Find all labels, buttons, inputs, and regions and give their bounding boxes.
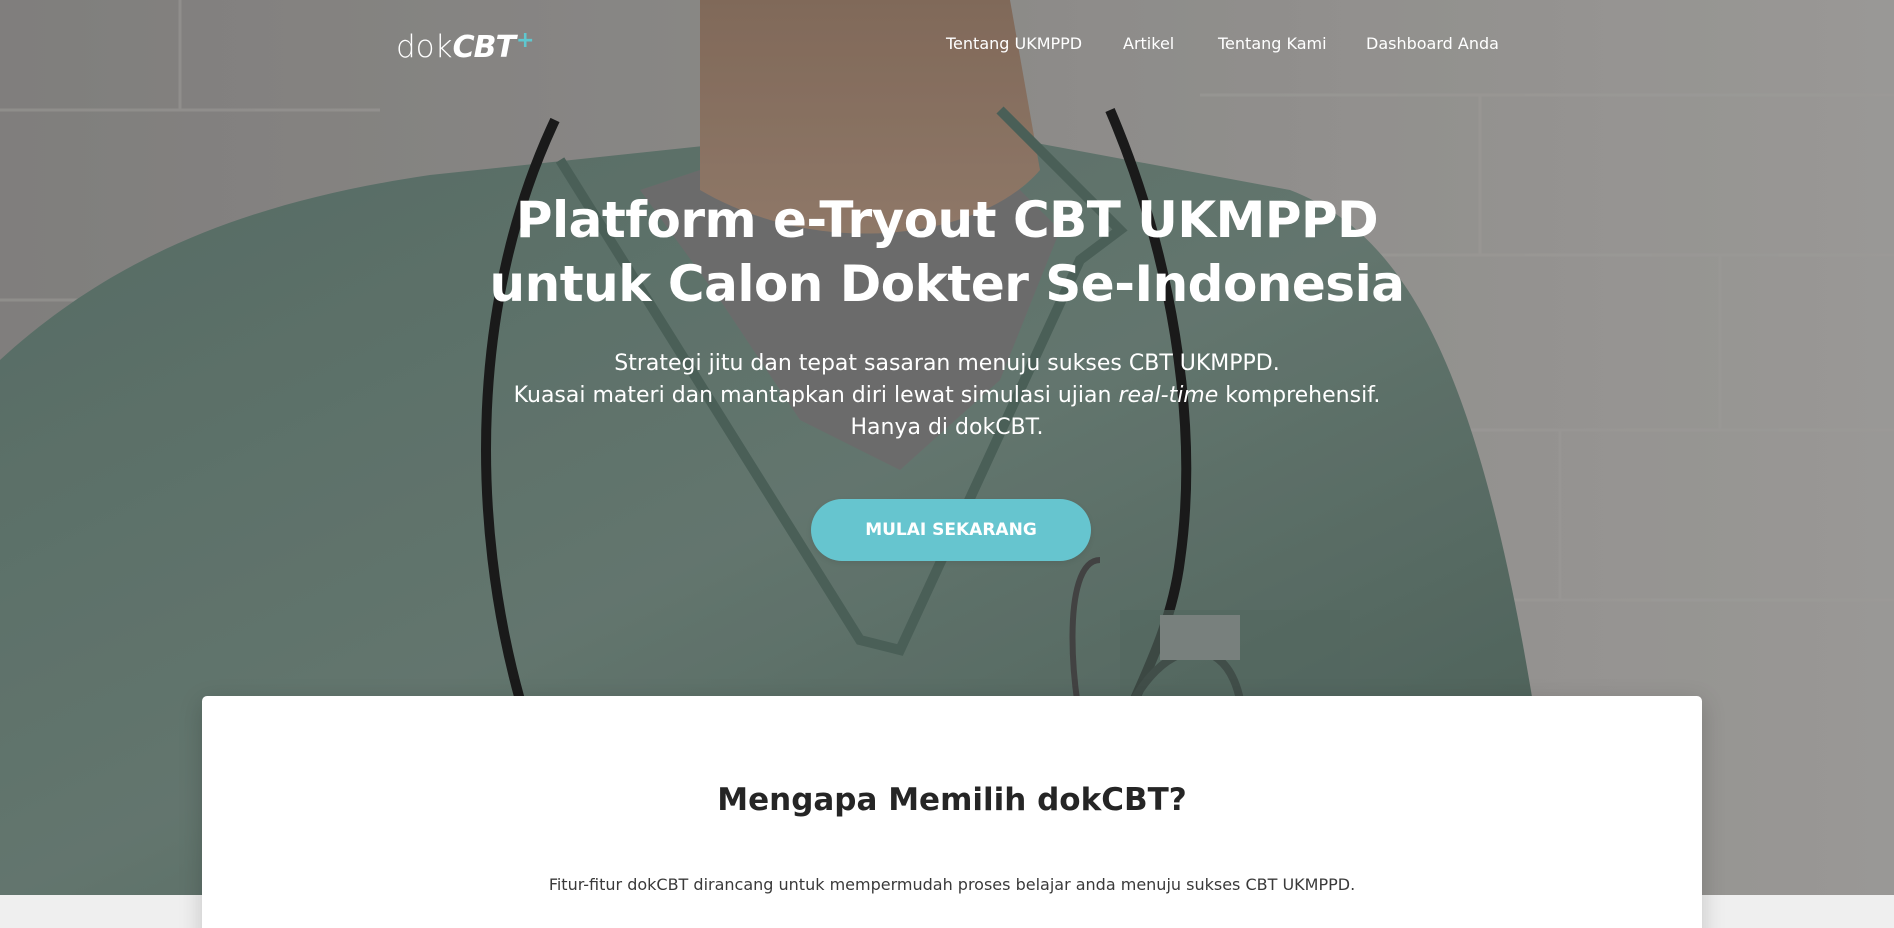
- brand-logo[interactable]: dok CBT +: [396, 28, 535, 65]
- top-navbar: dok CBT + Tentang UKMPPD Artikel Tentang…: [0, 0, 1894, 92]
- hero-sub-line1: Strategi jitu dan tepat sasaran menuju s…: [614, 351, 1280, 376]
- features-description: Fitur-fitur dokCBT dirancang untuk mempe…: [548, 875, 1356, 894]
- hero-sub-line2-post: komprehensif.: [1218, 383, 1381, 408]
- hero-sub-line2-emphasis: real-time: [1118, 383, 1219, 408]
- nav-link-tentang-kami[interactable]: Tentang Kami: [1218, 34, 1327, 53]
- hero-title-line1: Platform e-Tryout CBT UKMPPD: [515, 191, 1379, 249]
- logo-text-light: dok: [396, 29, 453, 65]
- mulai-sekarang-button[interactable]: MULAI SEKARANG: [811, 499, 1091, 561]
- hero-sub-line2-pre: Kuasai materi dan mantapkan diri lewat s…: [513, 383, 1119, 408]
- hero-subtitle: Strategi jitu dan tepat sasaran menuju s…: [0, 348, 1894, 444]
- hero-sub-line3: Hanya di dokCBT.: [850, 415, 1044, 440]
- logo-plus-icon: +: [515, 28, 535, 53]
- features-title: Mengapa Memilih dokCBT?: [717, 782, 1187, 818]
- nav-link-artikel[interactable]: Artikel: [1123, 34, 1174, 53]
- features-card: Mengapa Memilih dokCBT? Fitur-fitur dokC…: [202, 696, 1702, 928]
- hero-title-line2: untuk Calon Dokter Se-Indonesia: [489, 255, 1405, 313]
- logo-text-bold: CBT: [452, 30, 516, 65]
- nav-link-tentang-ukmppd[interactable]: Tentang UKMPPD: [946, 34, 1082, 53]
- nav-link-dashboard-anda[interactable]: Dashboard Anda: [1366, 34, 1499, 53]
- page: dok CBT + Tentang UKMPPD Artikel Tentang…: [0, 0, 1894, 928]
- hero-title: Platform e-Tryout CBT UKMPPD untuk Calon…: [0, 188, 1894, 316]
